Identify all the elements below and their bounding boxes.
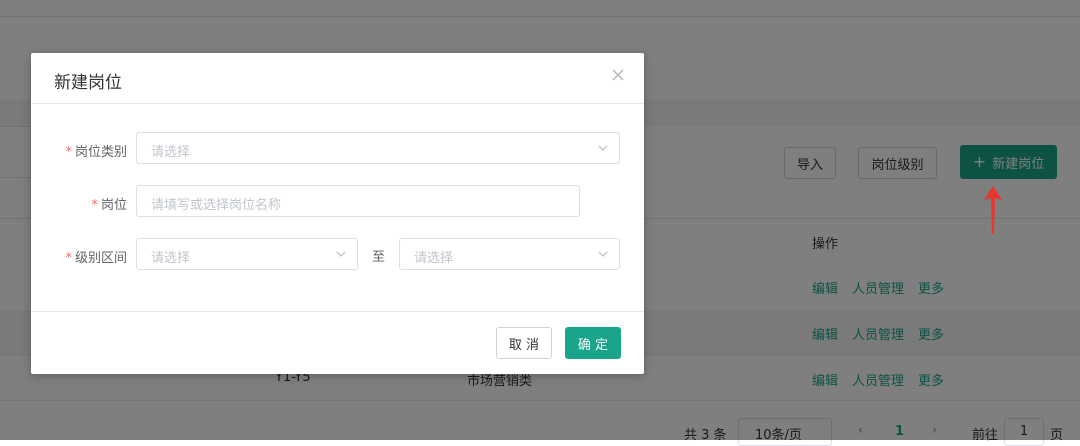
dialog-footer — [31, 311, 644, 374]
category-label: * 岗位类别 — [31, 141, 127, 160]
range-separator: 至 — [372, 250, 386, 265]
position-label-text: 岗位 — [100, 198, 127, 213]
level-to-placeholder: 请选择 — [414, 251, 454, 266]
chevron-down-icon — [597, 248, 609, 260]
red-arrow-annotation — [983, 186, 1003, 234]
level-range-label: * 级别区间 — [31, 247, 127, 266]
required-mark: * — [65, 145, 72, 160]
level-from-select[interactable]: 请选择 — [136, 238, 358, 270]
chevron-down-icon — [597, 142, 609, 154]
cancel-button[interactable]: 取 消 — [496, 327, 552, 359]
confirm-button[interactable]: 确 定 — [565, 327, 621, 359]
dialog-title: 新建岗位 — [54, 73, 122, 93]
level-range-label-text: 级别区间 — [74, 251, 127, 266]
confirm-button-label: 确 定 — [577, 337, 609, 353]
chevron-down-icon — [335, 248, 347, 260]
cancel-button-label: 取 消 — [508, 337, 540, 353]
position-placeholder: 请填写或选择岗位名称 — [151, 198, 282, 213]
category-select[interactable]: 请选择 — [136, 132, 620, 164]
category-placeholder: 请选择 — [151, 145, 191, 160]
new-position-dialog: 新建岗位 * 岗位类别 请选择 * 岗位 请填写或选择岗位名称 * 级别区间 请选择 … — [31, 53, 644, 374]
dialog-header — [31, 53, 644, 104]
close-icon[interactable] — [611, 68, 627, 84]
level-to-select[interactable]: 请选择 — [399, 238, 620, 270]
category-label-text: 岗位类别 — [74, 145, 127, 160]
level-from-placeholder: 请选择 — [151, 251, 191, 266]
required-mark: * — [65, 251, 72, 266]
required-mark: * — [91, 198, 98, 213]
position-name-input[interactable]: 请填写或选择岗位名称 — [136, 185, 580, 217]
position-label: * 岗位 — [31, 194, 127, 213]
